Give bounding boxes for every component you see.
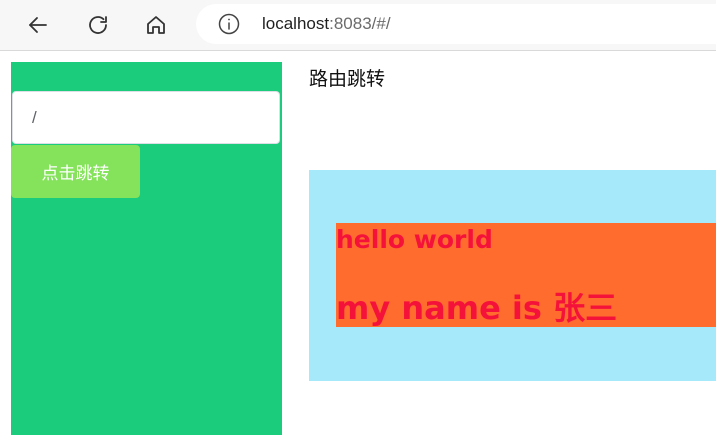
arrow-left-icon xyxy=(29,17,47,33)
info-icon[interactable] xyxy=(218,13,240,35)
reload-button[interactable] xyxy=(80,8,116,42)
sidebar-panel: 点击跳转 xyxy=(11,62,282,435)
reload-icon xyxy=(89,16,107,34)
url-host: localhost xyxy=(262,14,330,33)
url-path: :8083/#/ xyxy=(329,14,391,33)
browser-toolbar: localhost:8083/#/ xyxy=(0,0,716,51)
address-bar[interactable]: localhost:8083/#/ xyxy=(196,4,716,44)
home-button[interactable] xyxy=(138,8,174,42)
inner-container: hello world my name is 张三 xyxy=(336,223,716,327)
route-input[interactable] xyxy=(12,91,280,144)
home-icon xyxy=(147,16,165,34)
back-button[interactable] xyxy=(20,8,56,42)
url-text[interactable]: localhost:8083/#/ xyxy=(262,13,391,35)
name-heading: my name is 张三 xyxy=(336,289,618,327)
hello-heading: hello world xyxy=(336,225,493,254)
page-title: 路由跳转 xyxy=(309,68,386,90)
outer-container: hello world my name is 张三 xyxy=(309,170,716,381)
jump-button[interactable]: 点击跳转 xyxy=(11,145,140,198)
